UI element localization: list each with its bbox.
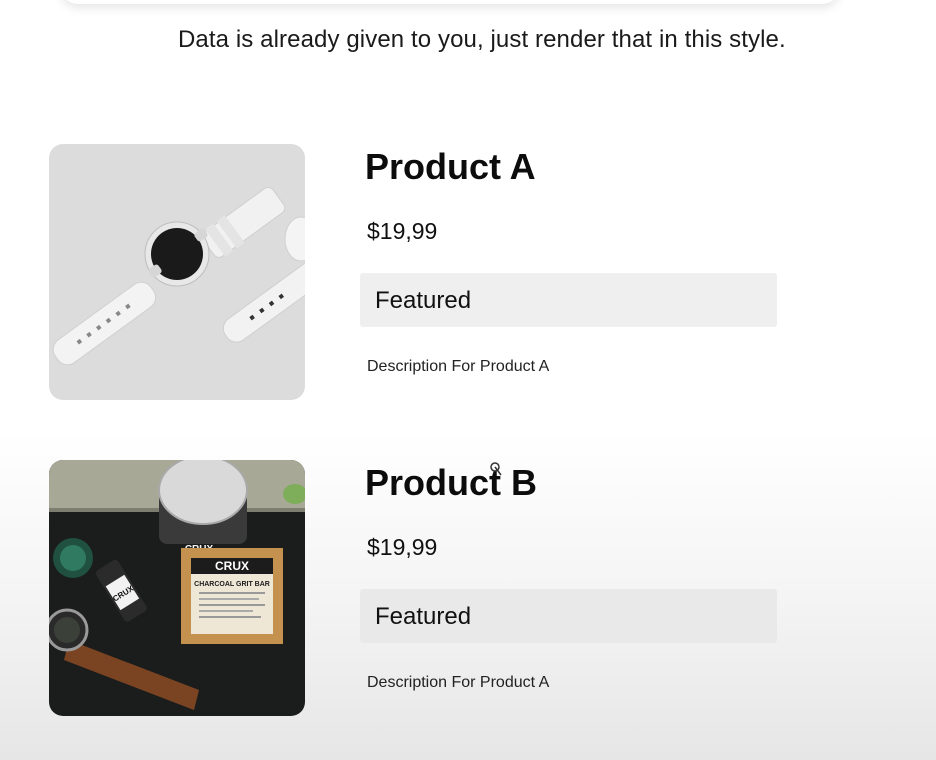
product-card: Product A $19,99 Featured Description Fo… (49, 144, 829, 404)
product-title: Product B (365, 462, 538, 503)
top-card-edge (60, 0, 840, 4)
product-card: CRUX CRUX CRUX CHARCOAL GRIT BAR Product… (49, 460, 829, 720)
product-image[interactable] (49, 144, 305, 400)
product-price: $19,99 (367, 534, 438, 560)
smartwatch-image (49, 144, 305, 400)
box-brand: CRUX (215, 559, 249, 573)
instruction-text: Data is already given to you, just rende… (178, 26, 786, 53)
box-product-name: CHARCOAL GRIT BAR (194, 581, 270, 588)
cursor-icon (490, 462, 502, 476)
product-image[interactable]: CRUX CRUX CRUX CHARCOAL GRIT BAR (49, 460, 305, 716)
product-description: Description For Product A (367, 358, 550, 375)
product-title: Product A (365, 146, 536, 187)
featured-badge: Featured (360, 273, 777, 327)
product-price: $19,99 (367, 218, 438, 244)
grooming-kit-image: CRUX CRUX CRUX CHARCOAL GRIT BAR (49, 460, 305, 716)
product-description: Description For Product A (367, 674, 550, 691)
featured-badge: Featured (360, 589, 777, 643)
